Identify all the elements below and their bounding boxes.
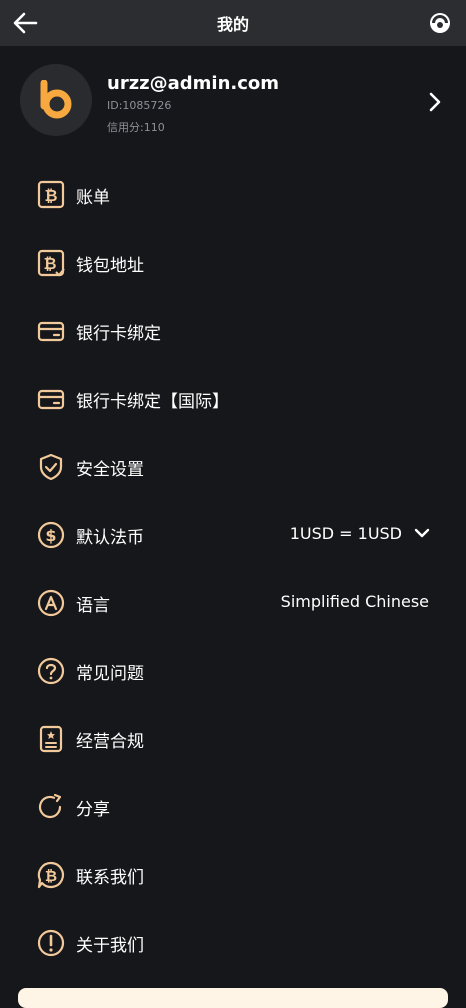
bitcoin-chat-icon: ₿ (37, 861, 65, 889)
menu-label-bank-card-intl: 银行卡绑定【国际】 (76, 392, 229, 412)
language-value: Simplified Chinese (280, 592, 429, 611)
menu-label-security: 安全设置 (76, 460, 144, 480)
svg-text:₿: ₿ (45, 867, 57, 885)
menu-item-security[interactable]: 安全设置 (0, 432, 466, 500)
user-email: urzz@admin.com (107, 73, 280, 94)
customer-service-button[interactable] (428, 11, 452, 35)
menu-label-compliance: 经营合规 (76, 732, 144, 752)
credit-score: 信用分:110 (107, 121, 165, 134)
arrow-left-icon (13, 12, 38, 34)
menu-item-contact[interactable]: ₿ 联系我们 (0, 840, 466, 908)
menu-label-language: 语言 (76, 596, 110, 616)
svg-text:$: $ (45, 526, 56, 545)
info-circle-icon (37, 929, 65, 957)
menu-label-about: 关于我们 (76, 936, 144, 956)
menu-item-currency[interactable]: $ 默认法币 1USD = 1USD (0, 500, 466, 568)
avatar (20, 64, 92, 136)
svg-text:₿: ₿ (44, 186, 57, 205)
menu-item-share[interactable]: 分享 (0, 772, 466, 840)
menu-item-about[interactable]: 关于我们 (0, 908, 466, 976)
menu-item-language[interactable]: 语言 Simplified Chinese (0, 568, 466, 636)
menu-label-bill: 账单 (76, 188, 110, 208)
customer-service-icon (430, 13, 450, 33)
chevron-down-icon (414, 528, 430, 538)
chevron-right-icon (429, 92, 441, 112)
question-circle-icon (37, 657, 65, 685)
bitget-logo-icon (40, 80, 72, 119)
badge-document-icon (39, 725, 63, 753)
bank-card-icon (37, 389, 65, 410)
dollar-circle-icon: $ (37, 521, 65, 549)
menu-item-faq[interactable]: 常见问题 (0, 636, 466, 704)
page-title: 我的 (216, 15, 249, 34)
header-bar: 我的 (0, 0, 466, 46)
shield-check-icon (39, 453, 63, 481)
bank-card-icon (37, 321, 65, 342)
settings-menu: ₿ 账单 ₿ 钱包地址 银行卡绑定 银行卡绑定【国际】 安全设置 $ 默认法币 … (0, 160, 466, 976)
menu-label-currency: 默认法币 (76, 528, 144, 548)
bitcoin-receipt-icon: ₿ (37, 180, 65, 209)
back-button[interactable] (12, 11, 38, 35)
profile-card[interactable]: urzz@admin.com ID:1085726 信用分:110 (0, 58, 466, 148)
language-icon (37, 589, 65, 617)
menu-item-bill[interactable]: ₿ 账单 (0, 160, 466, 228)
share-icon (38, 793, 62, 819)
menu-item-compliance[interactable]: 经营合规 (0, 704, 466, 772)
menu-label-contact: 联系我们 (76, 868, 144, 888)
user-id: ID:1085726 (107, 99, 172, 112)
menu-item-bank-card-intl[interactable]: 银行卡绑定【国际】 (0, 364, 466, 432)
menu-label-wallet: 钱包地址 (76, 256, 144, 276)
svg-text:₿: ₿ (43, 254, 56, 273)
bottom-card (18, 988, 448, 1008)
bitcoin-wallet-icon: ₿ (37, 249, 65, 277)
menu-item-bank-card[interactable]: 银行卡绑定 (0, 296, 466, 364)
menu-label-bank-card: 银行卡绑定 (76, 324, 161, 344)
menu-item-wallet[interactable]: ₿ 钱包地址 (0, 228, 466, 296)
currency-value: 1USD = 1USD (289, 524, 402, 543)
menu-label-share: 分享 (76, 800, 110, 820)
menu-label-faq: 常见问题 (76, 664, 144, 684)
